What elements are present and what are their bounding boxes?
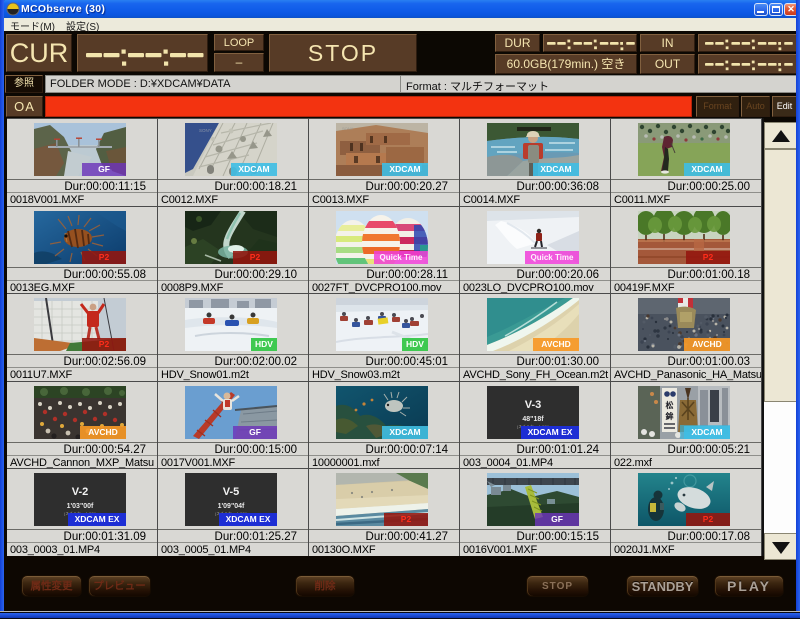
svg-text:松: 松 bbox=[666, 400, 674, 410]
svg-text:鉾: 鉾 bbox=[666, 411, 674, 421]
svg-text:1'03"00f: 1'03"00f bbox=[67, 503, 94, 510]
svg-text:V-3: V-3 bbox=[525, 399, 542, 411]
svg-text:SONY: SONY bbox=[342, 126, 354, 131]
svg-text:V-2: V-2 bbox=[72, 486, 89, 498]
svg-text:1'09"04f: 1'09"04f bbox=[218, 503, 245, 510]
svg-text:SONY: SONY bbox=[199, 128, 212, 133]
svg-text:V-5: V-5 bbox=[223, 486, 240, 498]
svg-text:48"18f: 48"18f bbox=[522, 416, 544, 423]
